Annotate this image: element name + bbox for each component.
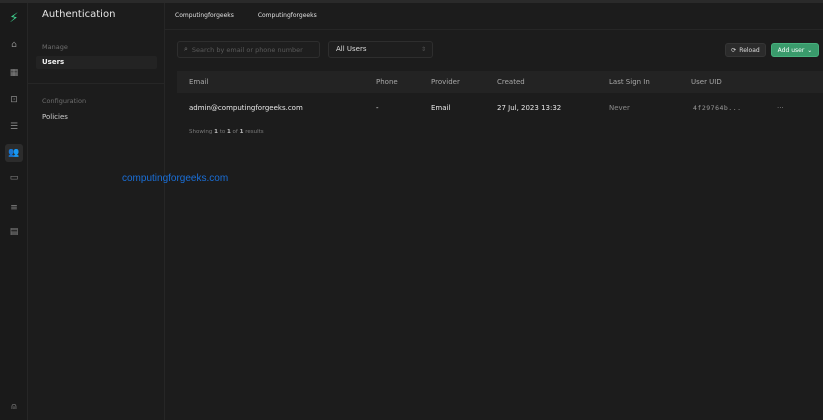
section-configuration: Configuration <box>42 97 87 105</box>
cell-last-sign-in: Never <box>609 104 630 112</box>
footer-suffix: results <box>245 129 264 135</box>
footer-to-word: to <box>219 129 226 135</box>
column-provider[interactable]: Provider <box>431 71 460 93</box>
footer-of-word: of <box>232 129 238 135</box>
footer-total: 1 <box>239 129 244 135</box>
user-filter-value: All Users <box>336 45 367 53</box>
table-row[interactable]: admin@computingforgeeks.com - Email 27 J… <box>177 96 823 120</box>
sidebar-item-policies[interactable]: Policies <box>36 111 157 124</box>
breadcrumb-org[interactable]: Computingforgeeks <box>175 12 234 19</box>
user-filter-select[interactable]: All Users ⇕ <box>328 41 433 58</box>
footer-to: 1 <box>226 129 231 135</box>
supabase-logo-icon[interactable]: ⚡ <box>5 9 23 27</box>
cell-email: admin@computingforgeeks.com <box>189 104 303 112</box>
column-email[interactable]: Email <box>189 71 208 93</box>
search-input[interactable] <box>191 45 312 54</box>
refresh-icon: ⟳ <box>731 46 737 54</box>
column-last-sign-in[interactable]: Last Sign In <box>609 71 650 93</box>
footer-from: 1 <box>214 129 218 135</box>
cell-created: 27 Jul, 2023 13:32 <box>497 104 562 112</box>
add-user-label: Add user <box>777 46 805 54</box>
column-created[interactable]: Created <box>497 71 525 93</box>
chevron-updown-icon: ⇕ <box>420 46 426 53</box>
home-icon[interactable]: ⌂ <box>5 36 23 54</box>
reload-button[interactable]: ⟳ Reload <box>725 43 766 57</box>
terminal-icon[interactable]: ⊡ <box>5 91 23 109</box>
breadcrumb-project[interactable]: Computingforgeeks <box>258 12 317 19</box>
database-icon[interactable]: ☰ <box>5 118 23 136</box>
search-box[interactable]: ⌕ <box>177 41 320 58</box>
cell-provider: Email <box>431 104 451 112</box>
sidebar-item-users[interactable]: Users <box>36 56 157 69</box>
cell-phone: - <box>376 104 379 112</box>
section-manage: Manage <box>42 43 68 51</box>
users-icon[interactable]: 👥 <box>5 144 23 162</box>
header-divider <box>165 29 823 30</box>
chevron-down-icon: ⌄ <box>807 46 813 54</box>
icon-rail: ⚡ ⌂ ▦ ⊡ ☰ 👥 ▭ ≡ ▤ ⍝ <box>0 3 28 420</box>
search-icon: ⌕ <box>184 45 188 53</box>
storage-icon[interactable]: ▭ <box>5 169 23 187</box>
reload-label: Reload <box>739 46 760 54</box>
pagination-summary: Showing 1 to 1 of 1 results <box>189 129 264 135</box>
add-user-button[interactable]: Add user ⌄ <box>771 43 819 57</box>
row-more-button[interactable]: ··· <box>777 96 784 120</box>
table-icon[interactable]: ▦ <box>5 64 23 82</box>
breadcrumb: Computingforgeeks Computingforgeeks <box>175 12 339 19</box>
list-icon[interactable]: ≡ <box>5 199 23 217</box>
divider <box>28 83 165 84</box>
column-user-uid[interactable]: User UID <box>691 71 722 93</box>
user-icon[interactable]: ⍝ <box>5 398 23 416</box>
column-phone[interactable]: Phone <box>376 71 398 93</box>
page-title: Authentication <box>42 9 116 20</box>
sidebar: Authentication Manage Users Configuratio… <box>28 3 165 420</box>
footer-prefix: Showing <box>189 129 213 135</box>
document-icon[interactable]: ▤ <box>5 223 23 241</box>
watermark: computingforgeeks.com <box>122 173 229 184</box>
cell-user-uid: 4f29764b... <box>693 104 742 112</box>
table-header: Email Phone Provider Created Last Sign I… <box>177 71 823 93</box>
